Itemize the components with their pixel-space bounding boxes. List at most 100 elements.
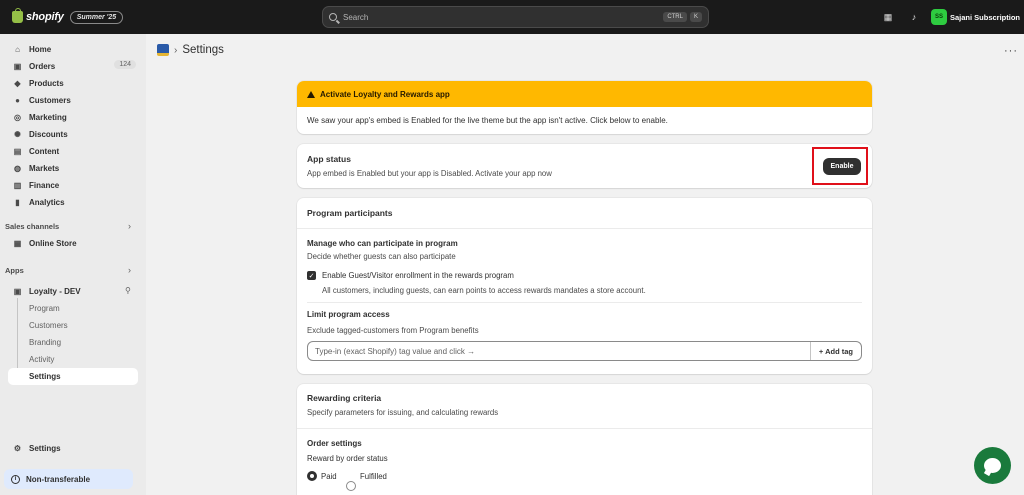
active-item-highlight (8, 368, 138, 385)
divider (307, 302, 862, 303)
top-bar: shopify Summer '25 Search CTRL K ▦ ♪ SS … (0, 0, 1024, 34)
sidebar-subitem-settings[interactable]: Settings (29, 372, 61, 381)
sidebar-item-label: Orders (29, 61, 56, 71)
pin-icon[interactable]: ⚲ (125, 286, 131, 295)
sidebar-item-analytics[interactable]: ▮ Analytics (8, 194, 138, 210)
sales-channels-heading[interactable]: Sales channels (5, 222, 59, 231)
app-status-title: App status (307, 154, 351, 164)
program-participants-card: Program participants Manage who can part… (297, 198, 872, 374)
sidebar-item-loyalty-app[interactable]: ▣ Loyalty - DEV (8, 283, 138, 299)
discount-icon: ✺ (14, 129, 21, 139)
more-actions-icon[interactable]: ··· (1004, 45, 1018, 57)
sidebar-item-label: Analytics (29, 197, 65, 207)
tag-input-group: + Add tag (307, 341, 862, 361)
chevron-right-icon[interactable]: › (128, 265, 131, 275)
edition-badge: Summer '25 (69, 10, 124, 24)
store-name[interactable]: Sajani Subscription (950, 13, 1024, 22)
person-icon: ● (15, 95, 20, 105)
radio-fulfilled-label[interactable]: Fulfilled (360, 472, 387, 481)
guest-enrollment-checkbox[interactable]: ✓ (307, 271, 316, 280)
limit-title: Limit program access (307, 310, 390, 319)
sidebar-item-products[interactable]: ◆ Products (8, 75, 138, 91)
activation-banner: Activate Loyalty and Rewards app We saw … (297, 81, 872, 134)
chat-button[interactable] (974, 447, 1011, 484)
guest-enrollment-label[interactable]: Enable Guest/Visitor enrollment in the r… (322, 271, 514, 280)
sidebar-item-online-store[interactable]: ▦ Online Store (8, 235, 138, 251)
sidebar-item-label: Finance (29, 180, 60, 190)
sidebar-item-label: Loyalty - DEV (29, 286, 81, 296)
target-icon: ◎ (14, 112, 21, 122)
tag-icon: ◆ (14, 78, 21, 88)
divider (297, 428, 872, 429)
info-icon: i (11, 474, 20, 484)
rewarding-criteria-card: Rewarding criteria Specify parameters fo… (297, 384, 872, 495)
app-status-card: App status App embed is Enabled but your… (297, 144, 872, 188)
highlight-box (812, 147, 868, 185)
sidebar-item-label: Home (29, 44, 52, 54)
tag-input[interactable] (308, 342, 810, 360)
manage-description: Decide whether guests can also participa… (307, 252, 456, 261)
globe-icon: ◍ (14, 163, 21, 173)
radio-fulfilled[interactable] (346, 481, 356, 491)
orders-count-badge: 124 (114, 60, 136, 69)
banner-body: We saw your app's embed is Enabled for t… (307, 116, 668, 125)
radio-paid[interactable] (307, 471, 317, 481)
sidebar-item-label: Settings (29, 443, 61, 453)
rewarding-title: Rewarding criteria (307, 393, 382, 403)
add-tag-button[interactable]: + Add tag (809, 342, 861, 360)
sidebar-item-label: Products (29, 78, 64, 88)
sidebar-subitem-activity[interactable]: Activity (29, 355, 54, 364)
shopify-logo[interactable]: shopify Summer '25 (12, 8, 124, 24)
shopify-bag-icon (12, 8, 23, 23)
sidebar-subitem-branding[interactable]: Branding (29, 338, 61, 347)
shortcut-key-k: K (689, 12, 702, 22)
sidebar-item-finance[interactable]: ▥ Finance (8, 177, 138, 193)
storefront-icon: ▦ (13, 238, 22, 248)
apps-heading[interactable]: Apps (5, 266, 24, 275)
search-bar[interactable]: Search CTRL K (322, 6, 709, 28)
reward-by-label: Reward by order status (307, 454, 388, 463)
search-icon (329, 13, 337, 21)
banner-title: Activate Loyalty and Rewards app (320, 89, 450, 99)
non-transferable-banner[interactable]: i Non-transferable (4, 469, 133, 489)
sidebar-item-discounts[interactable]: ✺ Discounts (8, 126, 138, 142)
gear-icon: ⚙ (13, 443, 22, 453)
top-right-actions: ▦ ♪ SS Sajani Subscription (879, 8, 1024, 26)
sidebar-item-home[interactable]: ⌂ Home (8, 41, 138, 57)
content-icon: ▤ (13, 146, 22, 156)
bell-icon[interactable]: ♪ (905, 8, 923, 26)
chat-icon (984, 458, 1001, 473)
sidebar: ⌂ Home ▣ Orders 124 ◆ Products ● Custome… (0, 34, 146, 495)
app-icon[interactable] (157, 44, 169, 56)
sidebar-item-orders[interactable]: ▣ Orders 124 (8, 58, 138, 74)
sidebar-subitem-program[interactable]: Program (29, 304, 60, 313)
chevron-right-icon: › (174, 44, 178, 56)
sidebar-item-label: Markets (29, 163, 60, 173)
sidebar-subitem-customers[interactable]: Customers (29, 321, 68, 330)
limit-description: Exclude tagged-customers from Program be… (307, 326, 479, 335)
manage-title: Manage who can participate in program (307, 239, 458, 248)
guest-enrollment-help: All customers, including guests, can ear… (322, 286, 646, 295)
sidebar-item-label: Marketing (29, 112, 67, 122)
app-status-description: App embed is Enabled but your app is Dis… (307, 169, 552, 178)
breadcrumb: › Settings (157, 44, 224, 56)
rewarding-description: Specify parameters for issuing, and calc… (307, 408, 499, 417)
avatar[interactable]: SS (931, 9, 947, 25)
warning-icon (307, 90, 315, 98)
search-placeholder: Search (343, 12, 369, 22)
order-settings-title: Order settings (307, 439, 362, 448)
divider (297, 228, 872, 229)
non-transferable-label: Non-transferable (26, 474, 91, 484)
bank-icon: ▥ (13, 180, 22, 190)
sidebar-item-marketing[interactable]: ◎ Marketing (8, 109, 138, 125)
participants-title: Program participants (307, 208, 393, 218)
sidebar-item-label: Content (29, 146, 60, 156)
radio-paid-label[interactable]: Paid (321, 472, 337, 481)
sidebar-item-content[interactable]: ▤ Content (8, 143, 138, 159)
chevron-right-icon[interactable]: › (128, 221, 131, 231)
sidebar-item-settings[interactable]: ⚙ Settings (8, 440, 138, 456)
sidebar-item-customers[interactable]: ● Customers (8, 92, 138, 108)
tree-line (17, 298, 18, 374)
store-icon[interactable]: ▦ (879, 8, 897, 26)
sidebar-item-markets[interactable]: ◍ Markets (8, 160, 138, 176)
